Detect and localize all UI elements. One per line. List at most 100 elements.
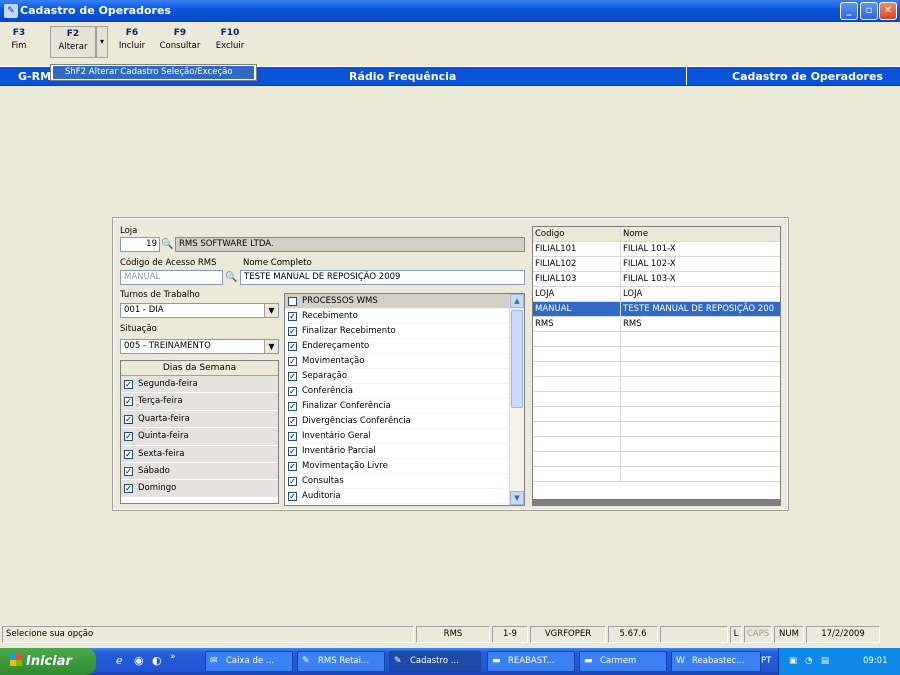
checkbox-checked[interactable]: ✓ bbox=[124, 449, 133, 459]
table-row[interactable]: FILIAL103 FILIAL 103-X bbox=[533, 272, 780, 287]
table-row[interactable] bbox=[533, 467, 780, 482]
table-row[interactable]: RMS RMS bbox=[533, 317, 780, 332]
table-row[interactable] bbox=[533, 362, 780, 377]
dia-terca[interactable]: ✓ Terça-feira bbox=[121, 393, 278, 411]
table-row[interactable] bbox=[533, 347, 780, 362]
minimize-button[interactable]: _ bbox=[840, 2, 858, 20]
checkbox-checked[interactable]: ✓ bbox=[288, 462, 297, 471]
chevron-right-icon[interactable]: » bbox=[170, 652, 176, 662]
processo-item[interactable]: ✓ Consultas bbox=[285, 474, 524, 489]
table-row[interactable] bbox=[533, 332, 780, 347]
checkbox-checked[interactable]: ✓ bbox=[288, 492, 297, 501]
consultar-button[interactable]: F9 Consultar bbox=[156, 28, 204, 51]
chevron-down-icon[interactable]: ▼ bbox=[264, 304, 278, 317]
browser-icon[interactable]: ◉ bbox=[134, 654, 144, 667]
checkbox-checked[interactable]: ✓ bbox=[288, 327, 297, 336]
nome-field[interactable]: TESTE MANUAL DE REPOSIÇÃO 2009 bbox=[240, 270, 525, 285]
col-codigo[interactable]: Codigo bbox=[535, 227, 565, 241]
processo-item[interactable]: ✓ Recebimento bbox=[285, 309, 524, 324]
scroll-down-icon[interactable]: ▼ bbox=[510, 491, 524, 505]
volume-icon[interactable]: ◔ bbox=[805, 648, 812, 675]
scroll-up-icon[interactable]: ▲ bbox=[510, 294, 524, 308]
codigo-field[interactable]: MANUAL bbox=[120, 270, 223, 285]
turnos-select[interactable]: 001 - DIA ▼ bbox=[120, 303, 279, 318]
ie-icon[interactable]: ℯ bbox=[116, 654, 123, 667]
loja-code-field[interactable]: 19 bbox=[120, 237, 160, 252]
table-row[interactable] bbox=[533, 407, 780, 422]
processo-item[interactable]: ✓ Inventário Parcial bbox=[285, 444, 524, 459]
menu-item-alterar-selecao[interactable]: ShF2 Alterar Cadastro Seleção/Exceção bbox=[53, 66, 254, 79]
checkbox-checked[interactable]: ✓ bbox=[288, 432, 297, 441]
checkbox-checked[interactable]: ✓ bbox=[288, 402, 297, 411]
processo-item[interactable]: ✓ Inventário Geral bbox=[285, 429, 524, 444]
checkbox-checked[interactable]: ✓ bbox=[288, 477, 297, 486]
checkbox-checked[interactable]: ✓ bbox=[124, 466, 133, 476]
task-cadastro[interactable]: ✎ Cadastro ... bbox=[389, 651, 481, 672]
processo-item[interactable]: ✓ Endereçamento bbox=[285, 339, 524, 354]
dia-sexta[interactable]: ✓ Sexta-feira bbox=[121, 445, 278, 463]
table-row[interactable] bbox=[533, 392, 780, 407]
binoculars-icon[interactable]: 🔍 bbox=[160, 237, 175, 252]
language-indicator[interactable]: PT bbox=[761, 648, 771, 675]
processo-item[interactable]: ✓ Conferência bbox=[285, 384, 524, 399]
processos-header[interactable]: PROCESSOS WMS bbox=[285, 294, 524, 309]
checkbox-checked[interactable]: ✓ bbox=[124, 397, 133, 407]
dia-segunda[interactable]: ✓ Segunda-feira bbox=[121, 376, 278, 394]
table-row[interactable]: FILIAL101 FILIAL 101-X bbox=[533, 242, 780, 257]
checkbox-checked[interactable]: ✓ bbox=[124, 484, 133, 494]
checkbox-checked[interactable]: ✓ bbox=[124, 414, 133, 424]
checkbox-checked[interactable]: ✓ bbox=[288, 312, 297, 321]
processo-item[interactable]: ✓ Finalizar Conferência bbox=[285, 399, 524, 414]
checkbox-checked[interactable]: ✓ bbox=[288, 357, 297, 366]
table-row[interactable] bbox=[533, 422, 780, 437]
table-row[interactable]: MANUAL TESTE MANUAL DE REPOSIÇÃO 200 bbox=[533, 302, 780, 317]
col-nome[interactable]: Nome bbox=[623, 227, 648, 241]
checkbox-checked[interactable]: ✓ bbox=[288, 342, 297, 351]
close-button[interactable]: ✕ bbox=[879, 2, 897, 20]
checkbox-checked[interactable]: ✓ bbox=[288, 372, 297, 381]
binoculars-icon[interactable]: 🔍 bbox=[224, 270, 239, 285]
table-row[interactable] bbox=[533, 452, 780, 467]
checkbox-checked[interactable]: ✓ bbox=[288, 387, 297, 396]
task-reabast-folder[interactable]: ▬ REABAST... bbox=[487, 651, 575, 672]
media-icon[interactable]: ◐ bbox=[152, 654, 162, 667]
network-icon[interactable]: ▣ bbox=[789, 648, 797, 675]
alterar-button[interactable]: F2 Alterar bbox=[50, 26, 96, 58]
processo-item[interactable]: ✓ Finalizar Recebimento bbox=[285, 324, 524, 339]
task-caixa[interactable]: ✉ Caixa de ... bbox=[205, 651, 293, 672]
alterar-dropdown-arrow[interactable]: ▾ bbox=[96, 26, 108, 58]
dia-sabado[interactable]: ✓ Sábado bbox=[121, 462, 278, 481]
processo-label: Consultas bbox=[302, 476, 344, 486]
task-rms-retail[interactable]: ✎ RMS Retai... bbox=[297, 651, 385, 672]
processo-item[interactable]: ✓ Movimentação Livre bbox=[285, 459, 524, 474]
start-button[interactable]: Iniciar bbox=[0, 648, 96, 675]
checkbox-checked[interactable]: ✓ bbox=[124, 380, 133, 389]
processos-scrollbar[interactable]: ▲ ▼ bbox=[509, 294, 524, 505]
table-row[interactable]: FILIAL102 FILIAL 102-X bbox=[533, 257, 780, 272]
checkbox-checked[interactable]: ✓ bbox=[288, 447, 297, 456]
checkbox-unchecked[interactable] bbox=[288, 297, 297, 306]
checkbox-checked[interactable]: ✓ bbox=[288, 417, 297, 426]
task-reabastec-doc[interactable]: W Reabastec... bbox=[671, 651, 761, 672]
incluir-button[interactable]: F6 Incluir bbox=[114, 28, 150, 51]
dia-quinta[interactable]: ✓ Quinta-feira bbox=[121, 428, 278, 446]
excluir-button[interactable]: F10 Excluir bbox=[212, 28, 248, 51]
checkbox-checked[interactable]: ✓ bbox=[124, 432, 133, 442]
dia-quarta[interactable]: ✓ Quarta-feira bbox=[121, 410, 278, 429]
status-message: Selecione sua opção bbox=[2, 626, 414, 643]
processo-item[interactable]: ✓ Movimentação bbox=[285, 354, 524, 369]
table-row[interactable] bbox=[533, 437, 780, 452]
table-row[interactable]: LOJA LOJA bbox=[533, 287, 780, 302]
processo-item[interactable]: ✓ Separação bbox=[285, 369, 524, 384]
chevron-down-icon[interactable]: ▼ bbox=[264, 340, 278, 353]
tray-app-icon[interactable]: ▤ bbox=[821, 648, 829, 675]
processo-item[interactable]: ✓ Auditoria bbox=[285, 489, 524, 504]
processo-item[interactable]: ✓ Divergências Conferência bbox=[285, 414, 524, 429]
scroll-thumb[interactable] bbox=[511, 310, 523, 408]
table-row[interactable] bbox=[533, 377, 780, 392]
maximize-button[interactable]: ▫ bbox=[860, 2, 878, 20]
dia-domingo[interactable]: ✓ Domingo bbox=[121, 480, 278, 498]
task-carmem-folder[interactable]: ▬ Carmem bbox=[579, 651, 667, 672]
situacao-select[interactable]: 005 - TREINAMENTO ▼ bbox=[120, 339, 279, 354]
fim-button[interactable]: F3 Fim bbox=[6, 28, 32, 51]
